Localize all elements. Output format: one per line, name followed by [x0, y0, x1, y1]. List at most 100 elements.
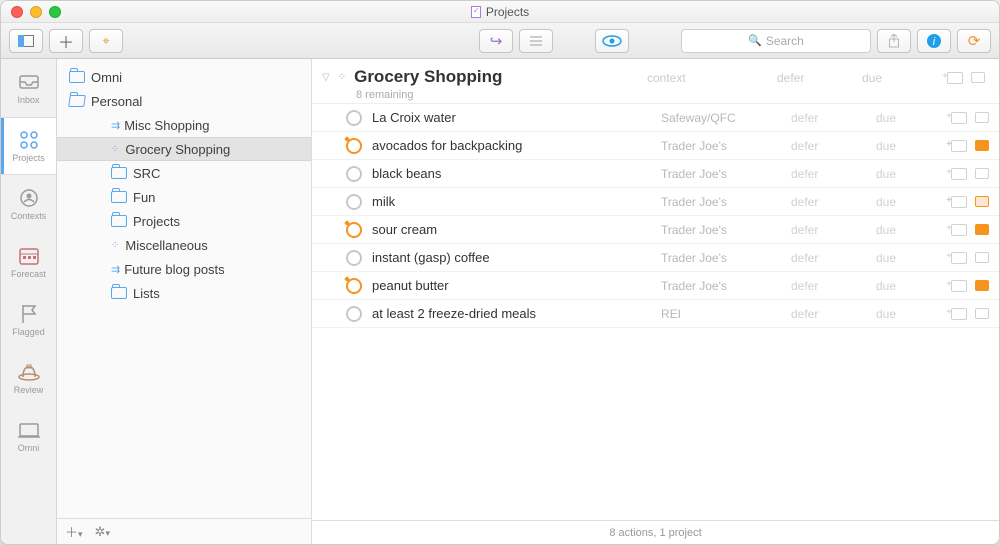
task-defer[interactable]: defer [791, 195, 846, 209]
task-due[interactable]: due [876, 223, 931, 237]
task-flag-icon[interactable] [975, 252, 989, 263]
task-title: at least 2 freeze-dried meals [372, 306, 661, 321]
perspective-review[interactable]: Review [1, 349, 56, 407]
zoom-window-button[interactable] [49, 6, 61, 18]
task-defer[interactable]: defer [791, 251, 846, 265]
col-due: due [862, 71, 917, 85]
task-checkbox[interactable] [346, 278, 362, 294]
task-defer[interactable]: defer [791, 307, 846, 321]
perspective-projects[interactable]: Projects [1, 117, 56, 175]
view-list-button[interactable] [519, 29, 553, 53]
task-checkbox[interactable] [346, 138, 362, 154]
toggle-sidebar-button[interactable] [9, 29, 43, 53]
task-checkbox[interactable] [346, 166, 362, 182]
perspective-flagged[interactable]: Flagged [1, 291, 56, 349]
eye-icon [602, 35, 622, 47]
perspective-forecast[interactable]: Forecast [1, 233, 56, 291]
task-due[interactable]: due [876, 307, 931, 321]
task-context[interactable]: REI [661, 307, 761, 321]
close-window-button[interactable] [11, 6, 23, 18]
task-note-icon[interactable] [951, 140, 967, 152]
task-checkbox[interactable] [346, 222, 362, 238]
task-row[interactable]: peanut butterTrader Joe'sdeferdue [312, 272, 999, 300]
task-flag-icon[interactable] [975, 196, 989, 207]
task-flag-icon[interactable] [975, 224, 989, 235]
outline-item[interactable]: ⇉Misc Shopping [57, 113, 311, 137]
review-icon [17, 361, 41, 383]
task-defer[interactable]: defer [791, 279, 846, 293]
search-field[interactable]: 🔍 Search [681, 29, 871, 53]
outline-item[interactable]: ⁘Miscellaneous [57, 233, 311, 257]
share-button[interactable] [877, 29, 911, 53]
task-context[interactable]: Trader Joe's [661, 223, 761, 237]
task-due[interactable]: due [876, 195, 931, 209]
cleanup-button[interactable]: ⌖ [89, 29, 123, 53]
task-note-icon[interactable] [951, 280, 967, 292]
task-flag-icon[interactable] [975, 280, 989, 291]
task-note-icon[interactable] [951, 196, 967, 208]
outline-item[interactable]: Lists [57, 281, 311, 305]
outline-tree: OmniPersonal⇉Misc Shopping⁘Grocery Shopp… [57, 59, 311, 518]
task-row[interactable]: milkTrader Joe'sdeferdue [312, 188, 999, 216]
task-checkbox[interactable] [346, 250, 362, 266]
info-icon: i [926, 33, 942, 49]
task-context[interactable]: Safeway/QFC [661, 111, 761, 125]
quick-entry-button[interactable]: ↪ [479, 29, 513, 53]
task-defer[interactable]: defer [791, 167, 846, 181]
single-action-list-icon: ⁘ [111, 240, 119, 251]
task-row[interactable]: at least 2 freeze-dried mealsREI defer due [312, 300, 999, 328]
task-context[interactable]: Trader Joe's [661, 167, 761, 181]
task-due[interactable]: due [876, 111, 931, 125]
task-note-icon[interactable] [951, 224, 967, 236]
task-due[interactable]: due [876, 139, 931, 153]
task-due[interactable]: due [876, 279, 931, 293]
task-note-icon[interactable] [951, 168, 967, 180]
task-row[interactable]: instant (gasp) coffeeTrader Joe'sdeferdu… [312, 244, 999, 272]
task-flag-icon[interactable] [975, 140, 989, 151]
task-defer[interactable]: defer [791, 111, 846, 125]
task-defer[interactable]: defer [791, 223, 846, 237]
outline-item[interactable]: ⁘Grocery Shopping [57, 137, 311, 161]
minimize-window-button[interactable] [30, 6, 42, 18]
task-checkbox[interactable] [346, 306, 362, 322]
add-button[interactable]: ＋ [49, 29, 83, 53]
task-note-icon[interactable] [951, 252, 967, 264]
task-flag-icon[interactable] [975, 112, 989, 123]
flagged-icon [19, 303, 39, 325]
inspector-button[interactable]: i [917, 29, 951, 53]
task-row[interactable]: La Croix waterSafeway/QFCdeferdue [312, 104, 999, 132]
outline-item[interactable]: Personal [57, 89, 311, 113]
task-due[interactable]: due [876, 251, 931, 265]
task-note-icon[interactable] [951, 112, 967, 124]
outline-item[interactable]: Omni [57, 65, 311, 89]
outline-settings-button[interactable]: ✲▾ [95, 524, 110, 540]
sync-icon: ⟳ [968, 32, 981, 50]
task-context[interactable]: Trader Joe's [661, 279, 761, 293]
outline-item[interactable]: Fun [57, 185, 311, 209]
view-options-button[interactable] [595, 29, 629, 53]
outline-item[interactable]: Projects [57, 209, 311, 233]
outline-item[interactable]: SRC [57, 161, 311, 185]
task-context[interactable]: Trader Joe's [661, 195, 761, 209]
perspective-omni[interactable]: Omni [1, 407, 56, 465]
task-row[interactable]: sour creamTrader Joe'sdeferdue [312, 216, 999, 244]
project-header: ▽ ⁘ Grocery Shopping 8 remaining context… [312, 59, 999, 104]
task-checkbox[interactable] [346, 194, 362, 210]
sync-button[interactable]: ⟳ [957, 29, 991, 53]
task-note-icon[interactable] [951, 308, 967, 320]
parallel-project-icon: ⇉ [111, 263, 118, 276]
task-defer[interactable]: defer [791, 139, 846, 153]
task-row[interactable]: avocados for backpackingTrader Joe'sdefe… [312, 132, 999, 160]
task-flag-icon[interactable] [975, 168, 989, 179]
task-flag-icon[interactable] [975, 308, 989, 319]
task-context[interactable]: Trader Joe's [661, 139, 761, 153]
outline-item[interactable]: ⇉Future blog posts [57, 257, 311, 281]
task-context[interactable]: Trader Joe's [661, 251, 761, 265]
task-checkbox[interactable] [346, 110, 362, 126]
add-outline-button[interactable]: ＋▾ [65, 522, 83, 541]
perspective-inbox[interactable]: Inbox [1, 59, 56, 117]
task-due[interactable]: due [876, 167, 931, 181]
perspective-contexts[interactable]: Contexts [1, 175, 56, 233]
task-row[interactable]: black beansTrader Joe'sdeferdue [312, 160, 999, 188]
disclosure-triangle-icon[interactable]: ▽ [322, 72, 330, 83]
